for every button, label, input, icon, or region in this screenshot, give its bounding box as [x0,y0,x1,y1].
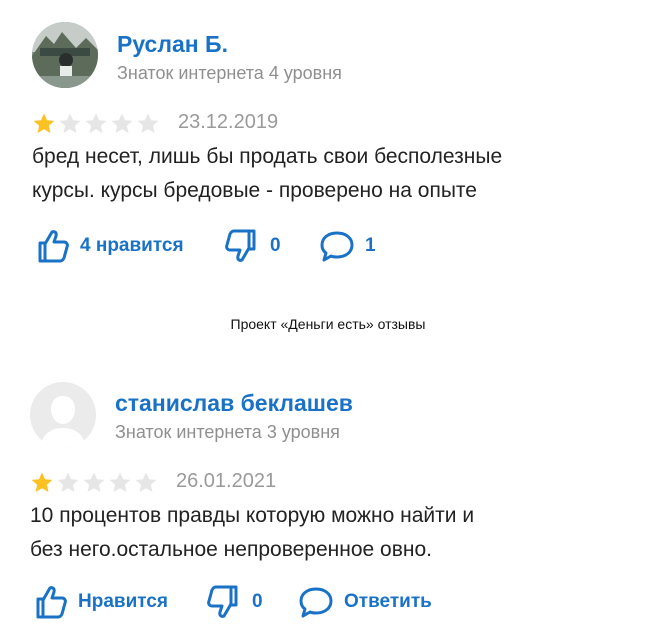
star-empty-icon [136,112,160,136]
avatar[interactable] [32,22,98,88]
star-filled-icon [32,112,56,136]
star-empty-icon [82,471,106,495]
star-empty-icon [56,471,80,495]
thumbs-down-icon [222,226,262,266]
author-level: Знаток интернета 3 уровня [115,422,340,442]
rating-stars [30,471,158,495]
star-empty-icon [110,112,134,136]
rating-stars [32,112,160,136]
thumbs-down-icon [204,582,244,622]
reply-label: Ответить [344,591,432,612]
dislike-count: 0 [252,591,263,612]
speech-bubble-icon [296,582,336,622]
review-text-line: без него.остальное непроверенное овно. [30,538,432,561]
user-placeholder-icon [30,382,96,448]
star-empty-icon [108,471,132,495]
author-name[interactable]: Руслан Б. [117,31,228,58]
dislike-count: 0 [270,235,281,256]
like-label: Нравится [78,591,168,612]
review-date: 23.12.2019 [178,111,279,133]
star-empty-icon [84,112,108,136]
star-empty-icon [134,471,158,495]
comment-label: 1 [365,235,376,256]
like-button[interactable]: Нравится [30,582,168,622]
avatar-photo [32,22,98,88]
comment-button[interactable]: 1 [317,226,376,266]
dislike-button[interactable]: 0 [222,226,281,266]
author-level: Знаток интернета 4 уровня [117,63,342,83]
caption: Проект «Деньги есть» отзывы [230,316,426,332]
reply-button[interactable]: Ответить [296,582,432,622]
like-label: 4 нравится [80,235,184,256]
author-name[interactable]: станислав беклашев [115,390,353,417]
dislike-button[interactable]: 0 [204,582,263,622]
thumbs-up-icon [32,226,72,266]
review-text-line: бред несет, лишь бы продать свои бесполе… [32,145,503,168]
like-button[interactable]: 4 нравится [32,226,184,266]
review-text-line: курсы. курсы бредовые - проверено на опы… [32,179,477,202]
speech-bubble-icon [317,226,357,266]
avatar[interactable] [30,382,96,448]
review-text: бред несет, лишь бы продать свои бесполе… [32,140,632,208]
review-text: 10 процентов правды которую можно найти … [30,499,630,567]
star-empty-icon [58,112,82,136]
thumbs-up-icon [30,582,70,622]
review-date: 26.01.2021 [176,470,277,492]
review-text-line: 10 процентов правды которую можно найти … [30,504,475,527]
star-filled-icon [30,471,54,495]
